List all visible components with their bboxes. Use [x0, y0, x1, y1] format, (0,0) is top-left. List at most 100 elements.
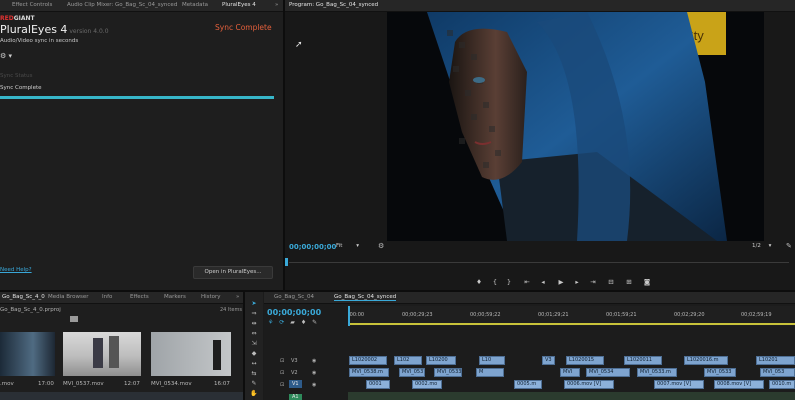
- marker-icon[interactable]: ♦: [474, 278, 484, 286]
- timeline-clip[interactable]: 0007.mov [V]: [654, 380, 704, 389]
- audio-track-a1[interactable]: [348, 392, 795, 400]
- timeline-clip[interactable]: 0005.m: [514, 380, 542, 389]
- tab-plural-eyes[interactable]: PluralEyes 4: [222, 2, 256, 8]
- timeline-clip[interactable]: L10200: [426, 356, 456, 365]
- project-tabbar: Go_Bag_Sc_4_0 Media Browser Info Effects…: [0, 292, 243, 304]
- tab-project[interactable]: Go_Bag_Sc_4_0: [2, 294, 45, 300]
- fit-dropdown[interactable]: Fit ▾: [336, 243, 359, 249]
- mark-in-icon[interactable]: {: [490, 278, 500, 286]
- ruler-label: 00;00;59;22: [470, 312, 501, 318]
- timeline-clip[interactable]: MVI_0533.m: [637, 368, 677, 377]
- timeline-clip[interactable]: L1020011: [624, 356, 662, 365]
- timeline-clip[interactable]: MVI_0538.m: [349, 368, 389, 377]
- timeline-playhead[interactable]: [348, 306, 350, 326]
- timeline-clip[interactable]: 0002.mo: [412, 380, 442, 389]
- lock-icon[interactable]: ⊡: [280, 382, 284, 388]
- open-in-plural-eyes-button[interactable]: Open in PluralEyes...: [193, 266, 273, 279]
- step-forward-icon[interactable]: ▸: [572, 278, 582, 286]
- timeline-settings-icon[interactable]: ✎: [312, 319, 317, 326]
- track-label-v2[interactable]: V2: [291, 370, 298, 376]
- timeline-clip[interactable]: MVI_0533: [704, 368, 736, 377]
- settings-wrench-icon[interactable]: ⚙: [378, 242, 384, 250]
- timeline-clip[interactable]: MVI_0533: [434, 368, 462, 377]
- tab-audio-clip-mixer[interactable]: Audio Clip Mixer: Go_Bag_Sc_04_synced: [67, 2, 177, 8]
- rolling-edit-tool-icon[interactable]: ⇔: [249, 330, 259, 337]
- wrench-icon[interactable]: ✎: [786, 242, 792, 250]
- slip-tool-icon[interactable]: ↔: [249, 360, 259, 367]
- play-icon[interactable]: ▶: [556, 278, 566, 286]
- lock-icon[interactable]: ⊡: [280, 370, 284, 376]
- timeline-clip[interactable]: MVI_0537: [399, 368, 425, 377]
- mark-out-icon[interactable]: }: [504, 278, 514, 286]
- linked-selection-icon[interactable]: ⟳: [279, 319, 284, 326]
- need-help-link[interactable]: Need Help?: [0, 267, 32, 273]
- tab-effect-controls[interactable]: Effect Controls: [12, 2, 52, 8]
- rate-stretch-tool-icon[interactable]: ⇲: [249, 340, 259, 347]
- program-video-frame[interactable]: Sty: [387, 12, 764, 241]
- playhead-marker[interactable]: [285, 258, 288, 266]
- program-scrub-bar[interactable]: [289, 262, 789, 263]
- timeline-clip[interactable]: 0001: [366, 380, 390, 389]
- timeline-clip[interactable]: MVI: [560, 368, 580, 377]
- tab-media-browser[interactable]: Media Browser: [48, 294, 89, 300]
- tab-sequence-go-bag-sc-04[interactable]: Go_Bag_Sc_04: [274, 294, 314, 300]
- add-marker-icon[interactable]: ♦: [301, 319, 306, 326]
- sequence-marker-icon[interactable]: ▰: [290, 319, 295, 326]
- program-timecode[interactable]: 00;00;00;00: [289, 243, 336, 251]
- time-ruler[interactable]: :00:00 00;00;29;23 00;00;59;22 00;01;29;…: [348, 306, 795, 326]
- thumbnail-clip-2[interactable]: [63, 332, 141, 376]
- track-label-v3[interactable]: V3: [291, 358, 298, 364]
- track-select-tool-icon[interactable]: ⇒: [249, 310, 259, 317]
- tabs-overflow-button[interactable]: »: [236, 294, 239, 300]
- timeline-clip[interactable]: M: [476, 368, 504, 377]
- lock-icon[interactable]: ⊡: [280, 358, 284, 364]
- step-back-icon[interactable]: ◂: [538, 278, 548, 286]
- timeline-clip[interactable]: L1020015: [566, 356, 604, 365]
- razor-tool-icon[interactable]: ◆: [249, 350, 259, 357]
- export-frame-icon[interactable]: ◙: [642, 278, 652, 286]
- timeline-clip[interactable]: MVI_053: [760, 368, 795, 377]
- snap-icon[interactable]: ⚘: [268, 319, 273, 326]
- folder-icon[interactable]: [70, 316, 78, 322]
- timeline-clip[interactable]: 0006.mov [V]: [564, 380, 614, 389]
- pen-tool-icon[interactable]: ✎: [249, 380, 259, 387]
- hand-tool-icon[interactable]: ✋: [249, 390, 259, 397]
- timeline-clip[interactable]: 0010.m: [769, 380, 795, 389]
- insert-icon[interactable]: ⊟: [606, 278, 616, 286]
- timeline-clip[interactable]: 0008.mov [V]: [714, 380, 764, 389]
- track-label-v1[interactable]: V1: [289, 380, 302, 388]
- clip-2-name: MVI_0537.mov: [63, 381, 104, 387]
- gear-icon[interactable]: ⚙ ▾: [0, 52, 12, 60]
- go-to-in-icon[interactable]: ⇤: [522, 278, 532, 286]
- tabs-overflow-button[interactable]: »: [275, 2, 278, 8]
- timeline-clip[interactable]: L10: [479, 356, 505, 365]
- tab-history[interactable]: History: [201, 294, 221, 300]
- plural-eyes-title-row: PluralEyes 4 version 4.0.0: [0, 23, 109, 36]
- thumbnail-clip-1[interactable]: [0, 332, 55, 376]
- tab-metadata[interactable]: Metadata: [182, 2, 208, 8]
- timeline-clip[interactable]: L10201: [756, 356, 795, 365]
- tab-effects[interactable]: Effects: [130, 294, 149, 300]
- timeline-timecode[interactable]: 00;00;00;00: [267, 308, 321, 317]
- slide-tool-icon[interactable]: ⇆: [249, 370, 259, 377]
- timeline-clip[interactable]: MVI_0534: [586, 368, 630, 377]
- resolution-dropdown[interactable]: 1/2 ▾: [752, 243, 771, 249]
- eye-icon[interactable]: ◉: [312, 358, 316, 364]
- timeline-clip[interactable]: V3: [542, 356, 555, 365]
- track-label-a1[interactable]: A1: [289, 394, 302, 400]
- timeline-clip[interactable]: L1020016.m: [684, 356, 728, 365]
- tab-sequence-synced[interactable]: Go_Bag_Sc_04_synced: [334, 294, 397, 301]
- tab-markers[interactable]: Markers: [164, 294, 186, 300]
- timeline-clip[interactable]: L1020002: [349, 356, 387, 365]
- tab-info[interactable]: Info: [102, 294, 112, 300]
- eye-icon[interactable]: ◉: [312, 370, 316, 376]
- overwrite-icon[interactable]: ⊞: [624, 278, 634, 286]
- thumbnail-clip-3[interactable]: [151, 332, 231, 376]
- selection-tool-icon[interactable]: ➤: [249, 300, 259, 307]
- go-to-out-icon[interactable]: ⇥: [588, 278, 598, 286]
- eye-icon[interactable]: ◉: [312, 382, 316, 388]
- clip-3-name: MVI_0534.mov: [151, 381, 192, 387]
- tab-program-monitor[interactable]: Program: Go_Bag_Sc_04_synced: [289, 2, 378, 8]
- timeline-clip[interactable]: L102: [394, 356, 422, 365]
- ripple-edit-tool-icon[interactable]: ⇹: [249, 320, 259, 327]
